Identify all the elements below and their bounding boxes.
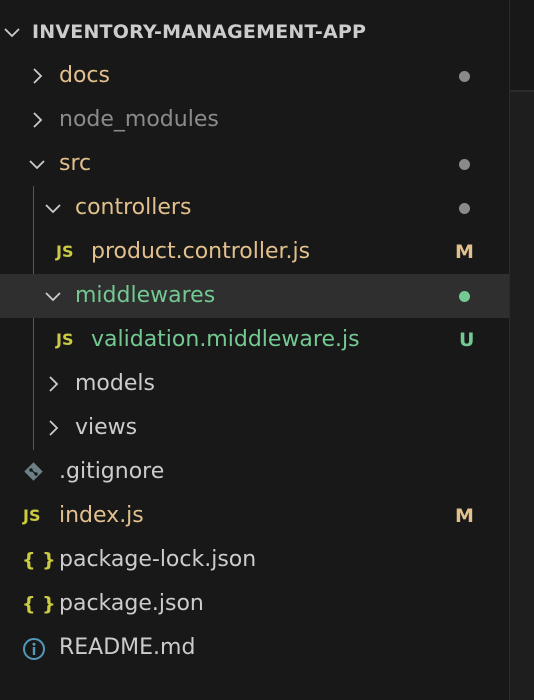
tree-item-label: node_modules [59, 107, 219, 132]
git-status-badge: M [455, 505, 474, 527]
tree-file-validation-middleware[interactable]: JS validation.middleware.js U [0, 318, 509, 362]
tree-file-gitignore[interactable]: .gitignore [0, 450, 509, 494]
explorer-root-folder[interactable]: INVENTORY-MANAGEMENT-APP [0, 10, 509, 54]
chevron-down-icon[interactable] [44, 199, 62, 217]
chevron-right-icon[interactable] [44, 375, 62, 393]
git-icon [23, 461, 45, 483]
tree-file-package-json[interactable]: { } package.json [0, 582, 509, 626]
tree-file-readme-md[interactable]: README.md [0, 626, 509, 670]
tree-file-product-controller[interactable]: JS product.controller.js M [0, 230, 509, 274]
chevron-right-icon[interactable] [28, 111, 46, 129]
tree-item-label: README.md [59, 635, 196, 660]
json-file-icon: { } [22, 593, 56, 615]
tree-folder-node-modules[interactable]: node_modules [0, 98, 509, 142]
git-status-dot [459, 291, 470, 302]
git-status-badge: M [455, 241, 474, 263]
chevron-down-icon[interactable] [44, 287, 62, 305]
tree-item-label: validation.middleware.js [91, 327, 360, 352]
javascript-file-icon: JS [23, 506, 41, 525]
git-status-dot [459, 159, 470, 170]
editor-tab-bar-edge [510, 0, 534, 92]
git-status-dot [459, 71, 470, 82]
chevron-right-icon[interactable] [28, 67, 46, 85]
info-icon [22, 637, 46, 661]
tree-file-index-js[interactable]: JS index.js M [0, 494, 509, 538]
tree-item-label: models [75, 371, 155, 396]
tree-folder-docs[interactable]: docs [0, 54, 509, 98]
javascript-file-icon: JS [56, 330, 74, 349]
tree-folder-models[interactable]: models [0, 362, 509, 406]
tree-item-label: middlewares [75, 283, 216, 308]
tree-item-label: product.controller.js [91, 239, 311, 264]
tree-item-label: views [75, 415, 138, 440]
editor-edge-panel [509, 0, 534, 700]
tree-item-label: package.json [59, 591, 204, 616]
tree-folder-views[interactable]: views [0, 406, 509, 450]
chevron-down-icon[interactable] [3, 23, 21, 41]
tree-item-label: package-lock.json [59, 547, 257, 572]
tree-folder-src[interactable]: src [0, 142, 509, 186]
tree-folder-controllers[interactable]: controllers [0, 186, 509, 230]
chevron-down-icon[interactable] [28, 155, 46, 173]
tree-item-label: src [59, 151, 92, 176]
git-status-dot [459, 203, 470, 214]
tree-item-label: docs [59, 63, 110, 88]
javascript-file-icon: JS [56, 242, 74, 261]
explorer-root-label: INVENTORY-MANAGEMENT-APP [32, 21, 367, 43]
git-status-badge: U [459, 329, 475, 351]
tree-item-label: controllers [75, 195, 192, 220]
file-explorer: INVENTORY-MANAGEMENT-APP docs node_modul… [0, 0, 509, 700]
tree-folder-middlewares[interactable]: middlewares [0, 274, 509, 318]
tree-file-package-lock-json[interactable]: { } package-lock.json [0, 538, 509, 582]
json-file-icon: { } [22, 549, 56, 571]
tree-item-label: index.js [59, 503, 144, 528]
chevron-right-icon[interactable] [44, 419, 62, 437]
tree-item-label: .gitignore [59, 459, 165, 484]
